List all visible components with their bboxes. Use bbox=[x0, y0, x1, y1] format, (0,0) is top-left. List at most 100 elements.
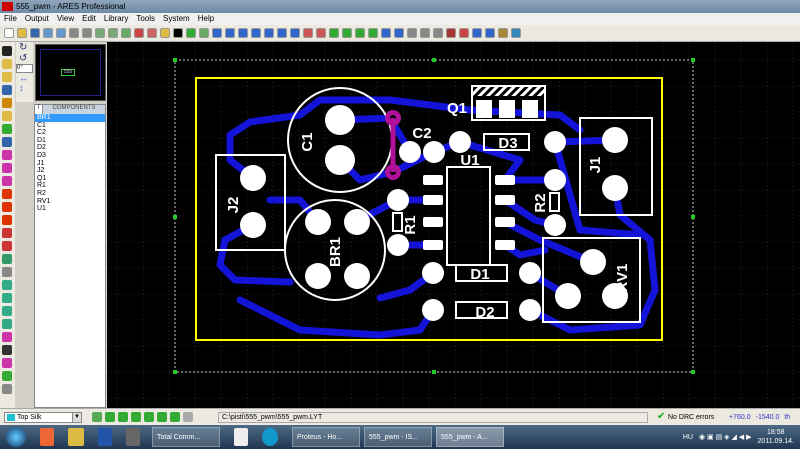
toolbar-button[interactable] bbox=[290, 28, 300, 38]
toolbar-button[interactable] bbox=[459, 28, 469, 38]
route-icon[interactable] bbox=[105, 412, 115, 422]
mirror-y-icon[interactable]: ↕ bbox=[16, 83, 33, 93]
menu-library[interactable]: Library bbox=[104, 13, 128, 25]
language[interactable]: HU bbox=[683, 434, 693, 441]
start-button[interactable] bbox=[6, 427, 26, 447]
toolbar-button[interactable] bbox=[186, 28, 196, 38]
toolbar-button[interactable] bbox=[368, 28, 378, 38]
toolbar-button[interactable] bbox=[82, 28, 92, 38]
layer-tool-icon[interactable] bbox=[92, 412, 102, 422]
toolbar-button[interactable] bbox=[4, 28, 14, 38]
mode-tool-button[interactable] bbox=[2, 319, 12, 329]
component-item[interactable]: D2 bbox=[35, 144, 105, 152]
mode-tool-button[interactable] bbox=[2, 371, 12, 381]
overview-window[interactable]: 555 bbox=[35, 44, 106, 101]
pcb-layout[interactable]: C1 BR1 J2 J1 Q1 U1 R1 C2 D3 R2 RV1 D1 D2 bbox=[107, 42, 800, 408]
mode-tool-button[interactable] bbox=[2, 241, 12, 251]
toolbar-button[interactable] bbox=[342, 28, 352, 38]
task-ares[interactable]: 555_pwm - A... bbox=[436, 427, 504, 447]
menu-tools[interactable]: Tools bbox=[136, 13, 155, 25]
mode-tool-button[interactable] bbox=[2, 384, 12, 394]
toolbar-button[interactable] bbox=[147, 28, 157, 38]
via-icon[interactable] bbox=[131, 412, 141, 422]
ratsnest-icon[interactable] bbox=[170, 412, 180, 422]
mode-tool-button[interactable] bbox=[2, 228, 12, 238]
toolbar-button[interactable] bbox=[498, 28, 508, 38]
mode-tool-button[interactable] bbox=[2, 293, 12, 303]
mirror-x-icon[interactable]: ↔ bbox=[16, 73, 33, 83]
pcb-canvas[interactable]: C1 BR1 J2 J1 Q1 U1 R1 C2 D3 R2 RV1 D1 D2 bbox=[107, 42, 800, 408]
layer-selector[interactable]: Top Silk ▼ bbox=[4, 412, 82, 423]
chevron-down-icon[interactable]: ▼ bbox=[72, 413, 81, 422]
app-icon[interactable] bbox=[234, 428, 248, 446]
component-item[interactable]: J2 bbox=[35, 167, 105, 175]
toolbar-button[interactable] bbox=[95, 28, 105, 38]
toolbar-button[interactable] bbox=[108, 28, 118, 38]
mode-tool-button[interactable] bbox=[2, 85, 12, 95]
mode-tool-button[interactable] bbox=[2, 98, 12, 108]
mode-tool-button[interactable] bbox=[2, 46, 12, 56]
skype-icon[interactable] bbox=[262, 428, 278, 446]
toolbar-button[interactable] bbox=[316, 28, 326, 38]
pad-icon[interactable] bbox=[118, 412, 128, 422]
rotate-ccw-icon[interactable]: ↺ bbox=[16, 53, 33, 64]
toolbar-button[interactable] bbox=[30, 28, 40, 38]
component-item[interactable]: RV1 bbox=[35, 198, 105, 206]
component-item[interactable]: C2 bbox=[35, 129, 105, 137]
menu-system[interactable]: System bbox=[163, 13, 190, 25]
component-item[interactable]: U1 bbox=[35, 205, 105, 213]
component-item[interactable]: C1 bbox=[35, 122, 105, 130]
mode-tool-button[interactable] bbox=[2, 267, 12, 277]
toolbar-button[interactable] bbox=[433, 28, 443, 38]
toolbar-button[interactable] bbox=[134, 28, 144, 38]
mode-tool-button[interactable] bbox=[2, 358, 12, 368]
word-icon[interactable] bbox=[98, 428, 112, 446]
mode-tool-button[interactable] bbox=[2, 254, 12, 264]
toolbar-button[interactable] bbox=[381, 28, 391, 38]
component-item[interactable]: R1 bbox=[35, 182, 105, 190]
toolbar-button[interactable] bbox=[251, 28, 261, 38]
mode-tool-button[interactable] bbox=[2, 306, 12, 316]
mode-tool-button[interactable] bbox=[2, 59, 12, 69]
test-icon[interactable] bbox=[157, 412, 167, 422]
toolbar-button[interactable] bbox=[199, 28, 209, 38]
toolbar-button[interactable] bbox=[264, 28, 274, 38]
clock[interactable]: 18:58 2011.09.14. bbox=[758, 428, 794, 446]
mode-tool-button[interactable] bbox=[2, 202, 12, 212]
component-item[interactable]: Q1 bbox=[35, 175, 105, 183]
steam-icon[interactable] bbox=[126, 428, 140, 446]
mode-tool-button[interactable] bbox=[2, 176, 12, 186]
angle-field[interactable]: 0° bbox=[16, 64, 33, 73]
toolbar-button[interactable] bbox=[212, 28, 222, 38]
toolbar-button[interactable] bbox=[238, 28, 248, 38]
rotate-cw-icon[interactable]: ↻ bbox=[16, 42, 33, 53]
task-total-commander[interactable]: Total Comm... bbox=[152, 427, 220, 447]
mode-tool-button[interactable] bbox=[2, 137, 12, 147]
toolbar-button[interactable] bbox=[355, 28, 365, 38]
toolbar-button[interactable] bbox=[329, 28, 339, 38]
toolbar-button[interactable] bbox=[173, 28, 183, 38]
mode-tool-button[interactable] bbox=[2, 345, 12, 355]
toolbar-button[interactable] bbox=[472, 28, 482, 38]
component-item[interactable]: D1 bbox=[35, 137, 105, 145]
toolbar-button[interactable] bbox=[394, 28, 404, 38]
drc-status[interactable]: ✔ No DRC errors bbox=[655, 411, 717, 423]
toolbar-button[interactable] bbox=[277, 28, 287, 38]
component-item[interactable]: J1 bbox=[35, 160, 105, 168]
mode-tool-button[interactable] bbox=[2, 280, 12, 290]
component-item[interactable]: BR1 bbox=[35, 114, 105, 122]
task-isis[interactable]: 555_pwm - IS... bbox=[364, 427, 432, 447]
menu-view[interactable]: View bbox=[57, 13, 74, 25]
toolbar-button[interactable] bbox=[69, 28, 79, 38]
mode-tool-button[interactable] bbox=[2, 124, 12, 134]
explorer-icon[interactable] bbox=[68, 428, 84, 446]
toolbar-button[interactable] bbox=[121, 28, 131, 38]
toolbar-button[interactable] bbox=[485, 28, 495, 38]
menu-output[interactable]: Output bbox=[25, 13, 49, 25]
toolbar-button[interactable] bbox=[303, 28, 313, 38]
task-proteus[interactable]: Proteus - Ho... bbox=[292, 427, 360, 447]
mode-tool-button[interactable] bbox=[2, 163, 12, 173]
toolbar-button[interactable] bbox=[160, 28, 170, 38]
pick-tab[interactable]: T bbox=[35, 105, 43, 114]
toolbar-button[interactable] bbox=[225, 28, 235, 38]
